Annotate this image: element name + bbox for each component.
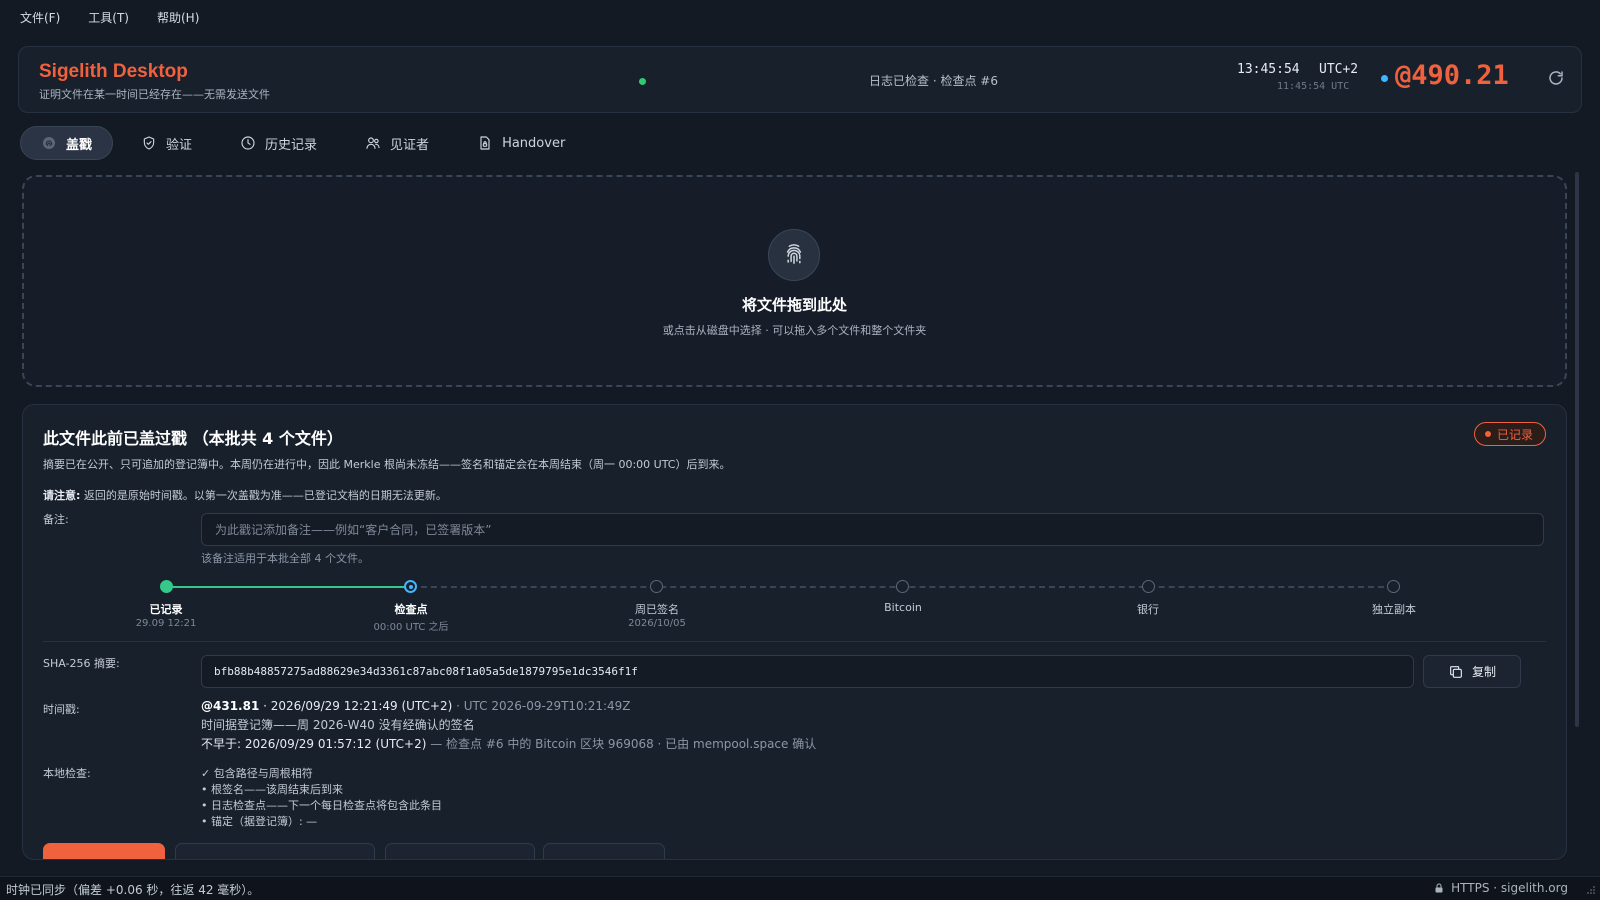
sha-label: SHA-256 摘要: xyxy=(43,657,120,670)
check-item: ✓ 包含路径与周根相符 xyxy=(201,767,313,780)
copy-button[interactable]: 复制 xyxy=(1423,655,1521,688)
local-clock: 13:45:54 xyxy=(1237,62,1300,77)
timestamp-not-before: 不早于: 2026/09/29 01:57:12 (UTC+2) — 检查点 #… xyxy=(201,735,816,752)
step-sub: 29.09 12:21 xyxy=(135,618,197,629)
resize-grip-icon[interactable] xyxy=(1586,885,1596,895)
fingerprint-icon xyxy=(43,137,55,149)
check-item: • 日志检查点——下一个每日检查点将包含此条目 xyxy=(201,799,442,812)
main-tabs: 盖戳 验证 历史记录 见证者 Handover xyxy=(20,126,585,160)
action-button[interactable] xyxy=(175,843,375,859)
step-label: Bitcoin xyxy=(884,601,922,614)
tab-label: 盖戳 xyxy=(66,137,93,153)
step-sub: 2026/10/05 xyxy=(628,618,686,629)
shield-check-icon xyxy=(143,136,155,150)
step-node-checkpoint xyxy=(404,580,417,593)
check-item: • 根签名——该周结束后到来 xyxy=(201,783,343,796)
not-before-time: 2026/09/29 01:57:12 (UTC+2) xyxy=(244,737,427,751)
timestamp-utc: · UTC 2026-09-29T10:21:49Z xyxy=(452,699,631,713)
timestamp-beat: @431.81 xyxy=(201,699,260,713)
vertical-scrollbar[interactable] xyxy=(1575,172,1579,727)
notice-line: 请注意: 返回的是原始时间戳。以第一次盖戳为准——已登记文档的日期无法更新。 xyxy=(43,487,447,503)
step-label: 已记录 xyxy=(149,603,183,616)
tab-witnesses[interactable]: 见证者 xyxy=(345,126,449,160)
app-subtitle: 证明文件在某一时间已经存在——无需发送文件 xyxy=(39,88,270,101)
action-button[interactable] xyxy=(543,843,665,859)
menu-help[interactable]: 帮助(H) xyxy=(157,9,199,26)
notice-text: 返回的是原始时间戳。以第一次盖戳为准——已登记文档的日期无法更新。 xyxy=(83,489,447,502)
menu-bar: 文件(F) 工具(T) 帮助(H) xyxy=(0,0,1600,34)
not-before-detail: — 检查点 #6 中的 Bitcoin 区块 969068 · 已由 mempo… xyxy=(426,737,817,751)
progress-stepper: 已记录 29.09 12:21 检查点 00:00 UTC 之后 周已签名 20… xyxy=(23,579,1566,633)
log-status: 日志已检查 · 检查点 #6 xyxy=(869,74,998,88)
drop-zone-title: 将文件拖到此处 xyxy=(741,296,847,314)
stamp-result-card: 此文件此前已盖过戳 （本批共 4 个文件） 已记录 摘要已在公开、只可追加的登记… xyxy=(22,404,1567,860)
menu-tools[interactable]: 工具(T) xyxy=(88,9,129,26)
timestamp-primary: @431.81 · 2026/09/29 12:21:49 (UTC+2) · … xyxy=(201,699,631,713)
copy-icon xyxy=(1450,665,1462,678)
utc-clock: 11:45:54 UTC xyxy=(1277,81,1350,92)
users-icon xyxy=(366,137,380,149)
tab-label: 见证者 xyxy=(390,137,430,153)
step-node-bitcoin xyxy=(896,580,909,593)
timezone-label: UTC+2 xyxy=(1319,62,1359,77)
tab-label: Handover xyxy=(502,135,566,151)
status-badge: 已记录 xyxy=(1473,422,1546,446)
step-label: 独立副本 xyxy=(1372,603,1416,616)
step-label: 周已签名 xyxy=(635,603,679,616)
step-node-independent-copy xyxy=(1387,580,1400,593)
timestamp-label: 时间戳: xyxy=(43,703,80,716)
clock-sync-status: 时钟已同步（偏差 +0.06 秒，往返 42 毫秒）。 xyxy=(6,883,260,897)
app-header: Sigelith Desktop 证明文件在某一时间已经存在——无需发送文件 日… xyxy=(18,46,1582,113)
clock-icon xyxy=(241,136,255,150)
connection-status-dot xyxy=(639,78,646,85)
beat-indicator-dot xyxy=(1381,75,1388,82)
timestamp-local: · 2026/09/29 12:21:49 (UTC+2) xyxy=(259,699,453,713)
tab-label: 历史记录 xyxy=(265,137,318,153)
section-divider xyxy=(43,641,1546,642)
notice-label: 请注意: xyxy=(43,489,81,502)
tab-history[interactable]: 历史记录 xyxy=(220,126,337,160)
app-title: Sigelith Desktop xyxy=(39,61,188,82)
note-label: 备注: xyxy=(43,513,69,526)
file-drop-zone[interactable]: 将文件拖到此处 或点击从磁盘中选择 · 可以拖入多个文件和整个文件夹 xyxy=(22,175,1567,387)
local-check-label: 本地检查: xyxy=(43,767,91,780)
tab-label: 验证 xyxy=(166,137,193,153)
step-node-recorded xyxy=(160,580,173,593)
sha256-digest-field[interactable]: bfb88b48857275ad88629e34d3361c87abc08f1a… xyxy=(201,655,1414,688)
secure-connection: HTTPS · sigelith.org xyxy=(1433,881,1568,895)
result-description: 摘要已在公开、只可追加的登记簿中。本周仍在进行中，因此 Merkle 根尚未冻结… xyxy=(43,458,731,471)
refresh-icon[interactable] xyxy=(1547,69,1565,87)
check-item: • 锚定（据登记簿）: — xyxy=(201,815,318,828)
note-input[interactable] xyxy=(201,513,1544,546)
badge-label: 已记录 xyxy=(1496,427,1533,442)
badge-dot xyxy=(1484,431,1491,437)
beat-time: @490.21 xyxy=(1395,60,1509,91)
status-bar: 时钟已同步（偏差 +0.06 秒，往返 42 毫秒）。 HTTPS · sige… xyxy=(0,876,1600,900)
step-label: 检查点 xyxy=(394,603,428,616)
file-lock-icon xyxy=(480,136,490,150)
menu-file[interactable]: 文件(F) xyxy=(20,9,60,26)
copy-label: 复制 xyxy=(1471,665,1496,679)
step-label: 银行 xyxy=(1137,603,1159,616)
note-help-text: 该备注适用于本批全部 4 个文件。 xyxy=(201,552,369,565)
tab-stamp[interactable]: 盖戳 xyxy=(20,126,114,160)
lock-icon xyxy=(1435,883,1443,893)
timestamp-register-note: 时间据登记簿——周 2026-W40 没有经确认的签名 xyxy=(201,718,475,732)
drop-zone-hint: 或点击从磁盘中选择 · 可以拖入多个文件和整个文件夹 xyxy=(662,324,927,337)
action-button[interactable] xyxy=(385,843,535,859)
tab-handover[interactable]: Handover xyxy=(457,126,585,160)
step-sub: 00:00 UTC 之后 xyxy=(373,622,449,633)
fingerprint-icon xyxy=(768,229,820,281)
step-node-week-signed xyxy=(650,580,663,593)
tab-verify[interactable]: 验证 xyxy=(121,126,212,160)
primary-action-button[interactable] xyxy=(43,843,165,859)
not-before-prefix: 不早于: xyxy=(201,737,245,751)
step-node-bank xyxy=(1142,580,1155,593)
result-title: 此文件此前已盖过戳 （本批共 4 个文件） xyxy=(43,429,343,448)
step-connector xyxy=(166,586,411,588)
secure-host: HTTPS · sigelith.org xyxy=(1451,881,1568,895)
